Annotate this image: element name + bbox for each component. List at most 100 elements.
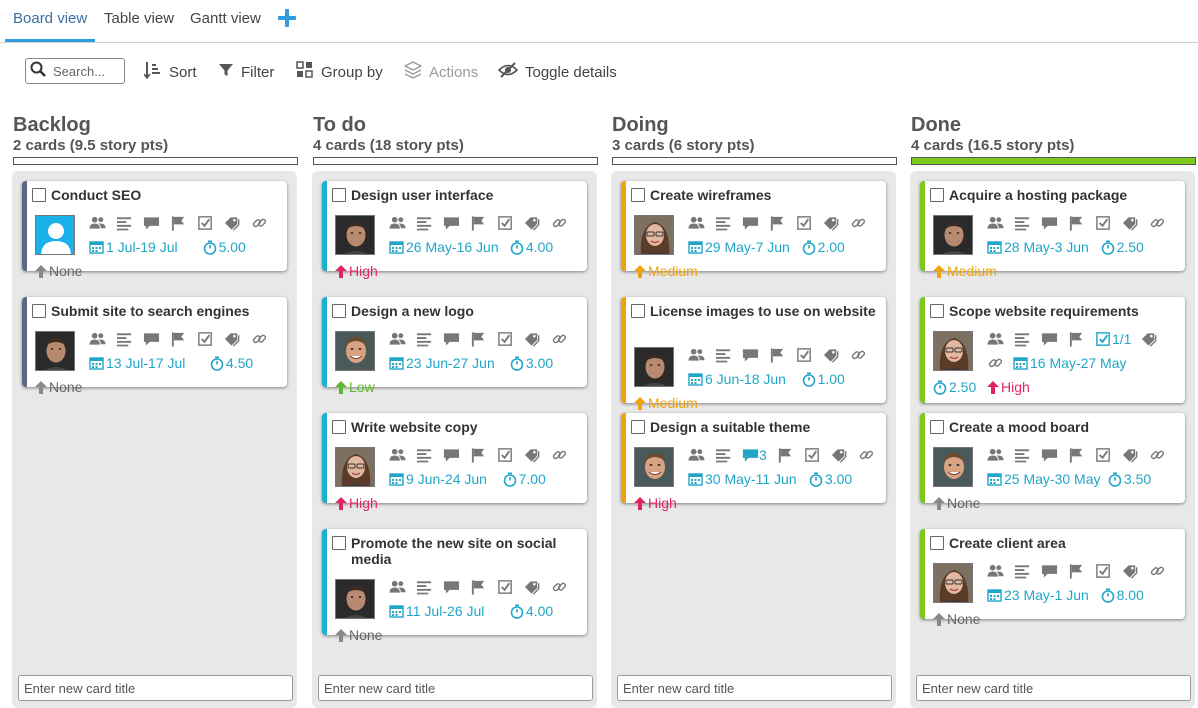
estimate[interactable]: 4.00 bbox=[510, 239, 553, 255]
priority[interactable]: None bbox=[933, 495, 980, 511]
tag-icon[interactable] bbox=[524, 215, 541, 231]
assignees-icon[interactable] bbox=[987, 215, 1004, 231]
link-icon[interactable] bbox=[551, 215, 568, 231]
checklist-icon[interactable] bbox=[1095, 447, 1112, 463]
tab-board-view[interactable]: Board view bbox=[13, 10, 87, 27]
flag-icon[interactable] bbox=[1068, 563, 1085, 579]
checklist-icon[interactable] bbox=[796, 215, 813, 231]
card-title[interactable]: Scope website requirements bbox=[949, 303, 1181, 319]
card[interactable]: Design user interface 26 May-16 Jun 4.00 Hi… bbox=[322, 181, 587, 279]
comment-icon[interactable] bbox=[443, 579, 460, 595]
avatar[interactable] bbox=[634, 347, 674, 387]
card-checkbox[interactable] bbox=[332, 420, 346, 434]
priority[interactable]: High bbox=[335, 495, 378, 511]
card-title[interactable]: Write website copy bbox=[351, 419, 583, 435]
description-icon[interactable] bbox=[416, 447, 433, 463]
estimate[interactable]: 2.50 bbox=[933, 379, 976, 395]
tag-icon[interactable] bbox=[1122, 215, 1139, 231]
estimate[interactable]: 4.00 bbox=[510, 603, 553, 619]
checklist-icon[interactable] bbox=[197, 215, 214, 231]
comment-icon[interactable] bbox=[1041, 331, 1058, 347]
card-checkbox[interactable] bbox=[631, 420, 645, 434]
estimate[interactable]: 2.00 bbox=[802, 239, 845, 255]
assignees-icon[interactable] bbox=[89, 215, 106, 231]
assignees-icon[interactable] bbox=[688, 447, 705, 463]
flag-icon[interactable] bbox=[470, 579, 487, 595]
card-checkbox[interactable] bbox=[930, 304, 944, 318]
priority[interactable]: High bbox=[634, 495, 677, 511]
assignees-icon[interactable] bbox=[987, 331, 1004, 347]
card-title[interactable]: Promote the new site on social media bbox=[351, 535, 583, 567]
card-checkbox[interactable] bbox=[930, 188, 944, 202]
link-icon[interactable] bbox=[251, 215, 268, 231]
checklist-icon[interactable] bbox=[497, 579, 514, 595]
sort-button[interactable]: Sort bbox=[143, 60, 197, 84]
flag-icon[interactable] bbox=[1068, 447, 1085, 463]
checklist-icon[interactable] bbox=[1095, 563, 1112, 579]
description-icon[interactable] bbox=[416, 215, 433, 231]
date-range[interactable]: 16 May-27 May bbox=[1013, 355, 1126, 371]
link-icon[interactable] bbox=[1149, 563, 1166, 579]
tag-icon[interactable] bbox=[1122, 563, 1139, 579]
flag-icon[interactable] bbox=[1068, 331, 1085, 347]
group-by-button[interactable]: Group by bbox=[296, 60, 383, 84]
filter-button[interactable]: Filter bbox=[218, 60, 274, 84]
assignees-icon[interactable] bbox=[987, 563, 1004, 579]
checklist-icon[interactable] bbox=[197, 331, 214, 347]
card[interactable]: Scope website requirements 1/1 16 May-27 M… bbox=[920, 297, 1185, 403]
estimate[interactable]: 8.00 bbox=[1101, 587, 1144, 603]
search-input[interactable] bbox=[53, 63, 123, 79]
flag-icon[interactable] bbox=[470, 331, 487, 347]
card-checkbox[interactable] bbox=[930, 420, 944, 434]
date-range[interactable]: 6 Jun-18 Jun bbox=[688, 371, 786, 387]
description-icon[interactable] bbox=[715, 215, 732, 231]
estimate[interactable]: 4.50 bbox=[210, 355, 253, 371]
card-title[interactable]: Conduct SEO bbox=[51, 187, 283, 203]
flag-icon[interactable] bbox=[769, 347, 786, 363]
card-title[interactable]: Design user interface bbox=[351, 187, 583, 203]
estimate[interactable]: 2.50 bbox=[1101, 239, 1144, 255]
new-card-title-input[interactable] bbox=[618, 676, 891, 700]
card-title[interactable]: Create a mood board bbox=[949, 419, 1181, 435]
comment-icon[interactable] bbox=[443, 215, 460, 231]
priority[interactable]: None bbox=[35, 379, 82, 395]
card[interactable]: Create client area 23 May-1 Jun 8.00 None bbox=[920, 529, 1185, 627]
link-icon[interactable] bbox=[251, 331, 268, 347]
card-checkbox[interactable] bbox=[332, 188, 346, 202]
estimate[interactable]: 3.50 bbox=[1108, 471, 1151, 487]
date-range[interactable]: 23 May-1 Jun bbox=[987, 587, 1089, 603]
estimate[interactable]: 3.00 bbox=[510, 355, 553, 371]
date-range[interactable]: 26 May-16 Jun bbox=[389, 239, 499, 255]
tab-gantt-view[interactable]: Gantt view bbox=[190, 10, 261, 27]
assignees-icon[interactable] bbox=[89, 331, 106, 347]
card-checkbox[interactable] bbox=[332, 536, 346, 550]
description-icon[interactable] bbox=[416, 579, 433, 595]
assignees-icon[interactable] bbox=[987, 447, 1004, 463]
avatar[interactable] bbox=[933, 447, 973, 487]
new-card-title-input[interactable] bbox=[917, 676, 1190, 700]
card-checkbox[interactable] bbox=[930, 536, 944, 550]
date-range[interactable]: 13 Jul-17 Jul bbox=[89, 355, 185, 371]
description-icon[interactable] bbox=[1014, 215, 1031, 231]
assignees-icon[interactable] bbox=[389, 331, 406, 347]
comment-icon[interactable] bbox=[742, 215, 759, 231]
link-icon[interactable] bbox=[850, 215, 867, 231]
comment-icon[interactable] bbox=[443, 447, 460, 463]
card-checkbox[interactable] bbox=[32, 188, 46, 202]
assignees-icon[interactable] bbox=[688, 347, 705, 363]
priority[interactable]: Medium bbox=[933, 263, 997, 279]
avatar[interactable] bbox=[335, 447, 375, 487]
tag-icon[interactable] bbox=[1141, 331, 1158, 347]
flag-icon[interactable] bbox=[769, 215, 786, 231]
card-title[interactable]: Create client area bbox=[949, 535, 1181, 551]
date-range[interactable]: 25 May-30 May bbox=[987, 471, 1100, 487]
add-view-icon[interactable] bbox=[276, 7, 298, 29]
avatar[interactable] bbox=[933, 563, 973, 603]
description-icon[interactable] bbox=[116, 215, 133, 231]
description-icon[interactable] bbox=[416, 331, 433, 347]
tag-icon[interactable] bbox=[823, 347, 840, 363]
avatar[interactable] bbox=[933, 215, 973, 255]
flag-icon[interactable] bbox=[1068, 215, 1085, 231]
description-icon[interactable] bbox=[1014, 447, 1031, 463]
link-icon[interactable] bbox=[1149, 447, 1166, 463]
